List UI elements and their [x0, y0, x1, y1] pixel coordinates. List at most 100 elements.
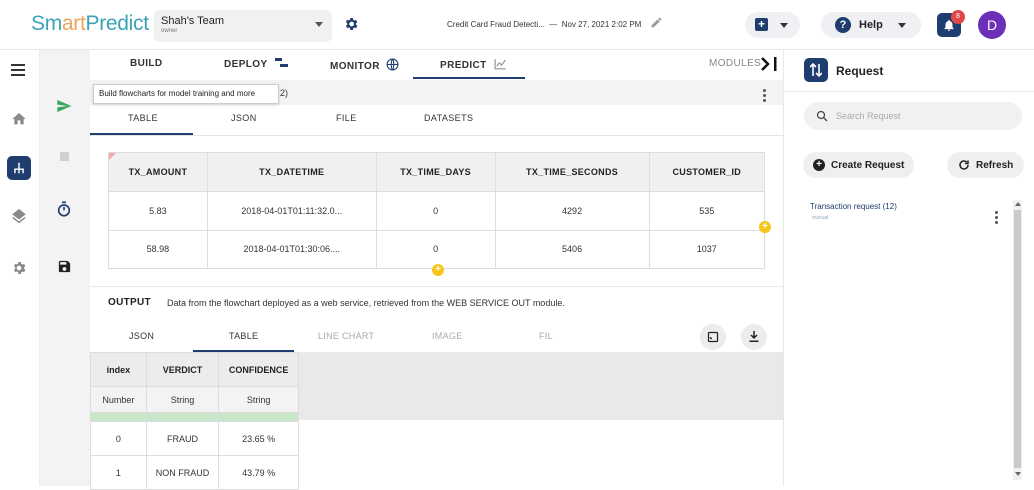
- fullscreen-icon: [707, 331, 719, 343]
- tab-predict[interactable]: PREDICT: [440, 58, 507, 71]
- table-cell[interactable]: 58.98: [108, 229, 208, 269]
- help-icon: ?: [835, 17, 851, 33]
- request-item-name[interactable]: Transaction request (12): [810, 202, 897, 211]
- build-tooltip: Build flowcharts for model training and …: [93, 84, 279, 104]
- table-cell[interactable]: 0: [375, 229, 496, 269]
- layers-icon[interactable]: [10, 209, 28, 227]
- tab-json-output[interactable]: JSON: [129, 331, 154, 341]
- send-icon[interactable]: [56, 98, 72, 114]
- column-header: CUSTOMER_ID: [648, 152, 766, 192]
- table-cell: NON FRAUD: [145, 455, 220, 490]
- team-selector[interactable]: Shah's Team owner: [154, 10, 332, 42]
- table-cell[interactable]: 4292: [494, 191, 650, 231]
- scrollbar[interactable]: [1013, 200, 1022, 480]
- tab-datasets-input[interactable]: DATASETS: [424, 113, 473, 123]
- chevron-right-icon[interactable]: [760, 57, 780, 71]
- search-request-input[interactable]: Search Request: [804, 102, 1022, 130]
- flowchart-icon: [14, 162, 24, 174]
- output-table[interactable]: index VERDICT CONFIDENCE Number String S…: [90, 352, 299, 490]
- settings-icon[interactable]: [11, 260, 27, 276]
- main-sidebar: [0, 50, 40, 486]
- stop-icon[interactable]: [60, 152, 69, 161]
- download-button[interactable]: [741, 324, 767, 350]
- search-icon: [816, 110, 828, 122]
- home-icon[interactable]: [11, 111, 27, 127]
- sidebar-item-flowchart[interactable]: [7, 156, 31, 180]
- project-title: Credit Card Fraud Detecti... — Nov 27, 2…: [447, 20, 642, 29]
- table-cell[interactable]: 5406: [494, 229, 650, 269]
- add-row-button[interactable]: +: [432, 264, 444, 276]
- column-type-row: Number String String: [90, 386, 299, 413]
- table-cell: FRAUD: [145, 421, 220, 456]
- fullscreen-button[interactable]: [700, 324, 726, 350]
- table-cell: 23.65 %: [218, 421, 299, 456]
- tab-json-input[interactable]: JSON: [231, 113, 257, 123]
- tab-file-input[interactable]: FILE: [336, 113, 357, 123]
- table-row: 58.98 2018-04-01T01:30:06.... 0 5406 103…: [108, 229, 766, 269]
- table-cell[interactable]: 1037: [648, 229, 766, 269]
- chart-line-icon: [494, 59, 506, 70]
- tab-monitor[interactable]: MONITOR: [330, 58, 399, 72]
- team-name: Shah's Team: [161, 15, 225, 27]
- scroll-up-icon[interactable]: [1015, 202, 1021, 206]
- create-request-label: Create Request: [831, 160, 905, 171]
- save-icon[interactable]: [57, 259, 72, 274]
- input-table[interactable]: TX_AMOUNT TX_DATETIME TX_TIME_DAYS TX_TI…: [108, 152, 766, 269]
- column-status-row: [90, 412, 299, 422]
- status-cell: [145, 412, 220, 422]
- globe-icon: [386, 58, 399, 71]
- top-bar: SmartPredict Shah's Team owner Credit Ca…: [0, 0, 1034, 50]
- refresh-label: Refresh: [976, 160, 1014, 171]
- tab-line-chart-output[interactable]: LINE CHART: [318, 331, 374, 341]
- table-cell: 1: [90, 455, 147, 490]
- add-column-button[interactable]: +: [759, 221, 771, 233]
- main-content: 2) BUILD DEPLOY MONITOR PREDICT MODULES …: [90, 50, 783, 490]
- column-header: VERDICT: [145, 352, 220, 387]
- more-vert-icon[interactable]: [763, 89, 766, 104]
- add-circle-icon: +: [813, 159, 825, 171]
- status-cell: [90, 412, 147, 422]
- hamburger-menu-icon[interactable]: [11, 64, 27, 76]
- table-cell[interactable]: 535: [648, 191, 766, 231]
- create-request-button[interactable]: + Create Request: [803, 152, 914, 178]
- table-cell: 43.79 %: [218, 455, 299, 490]
- add-menu-button[interactable]: +: [745, 12, 800, 38]
- help-button[interactable]: ? Help: [821, 12, 921, 38]
- scroll-thumb[interactable]: [1014, 210, 1021, 468]
- column-header: TX_TIME_SECONDS: [494, 152, 650, 192]
- tab-table-output[interactable]: TABLE: [229, 331, 258, 341]
- gear-icon[interactable]: [343, 16, 359, 32]
- divider: [90, 286, 783, 287]
- scroll-down-icon[interactable]: [1015, 472, 1021, 476]
- tab-build[interactable]: BUILD: [130, 58, 163, 69]
- table-cell[interactable]: 0: [375, 191, 496, 231]
- timer-icon[interactable]: [56, 200, 72, 218]
- column-header: CONFIDENCE: [218, 352, 299, 387]
- column-header: index: [90, 352, 147, 387]
- table-row: 0 FRAUD 23.65 %: [90, 421, 299, 456]
- request-count-suffix: 2): [280, 88, 289, 98]
- refresh-button[interactable]: Refresh: [947, 152, 1024, 178]
- table-cell[interactable]: 2018-04-01T01:11:32.0...: [206, 191, 377, 231]
- tab-modules[interactable]: MODULES: [709, 58, 761, 69]
- chevron-down-icon: [315, 22, 323, 27]
- column-type: Number: [90, 386, 147, 413]
- divider: [90, 135, 783, 136]
- help-label: Help: [859, 19, 883, 31]
- request-panel: Request Search Request + Create Request …: [783, 50, 1034, 486]
- avatar[interactable]: D: [978, 11, 1006, 39]
- tab-image-output[interactable]: IMAGE: [432, 331, 463, 341]
- table-cell[interactable]: 2018-04-01T01:30:06....: [206, 229, 377, 269]
- table-cell[interactable]: 5.83: [108, 191, 208, 231]
- team-role: owner: [161, 28, 178, 34]
- status-cell: [218, 412, 299, 422]
- tab-deploy[interactable]: DEPLOY: [224, 58, 289, 70]
- chevron-down-icon: [898, 23, 906, 28]
- column-header: TX_TIME_DAYS: [375, 152, 496, 192]
- smartpredict-logo[interactable]: SmartPredict: [31, 12, 149, 36]
- pencil-icon[interactable]: [650, 16, 663, 29]
- output-table-header-row: index VERDICT CONFIDENCE: [90, 352, 299, 387]
- tab-table-input[interactable]: TABLE: [128, 113, 158, 123]
- tab-file-output[interactable]: FIL: [539, 331, 553, 341]
- more-vert-icon[interactable]: [995, 211, 998, 226]
